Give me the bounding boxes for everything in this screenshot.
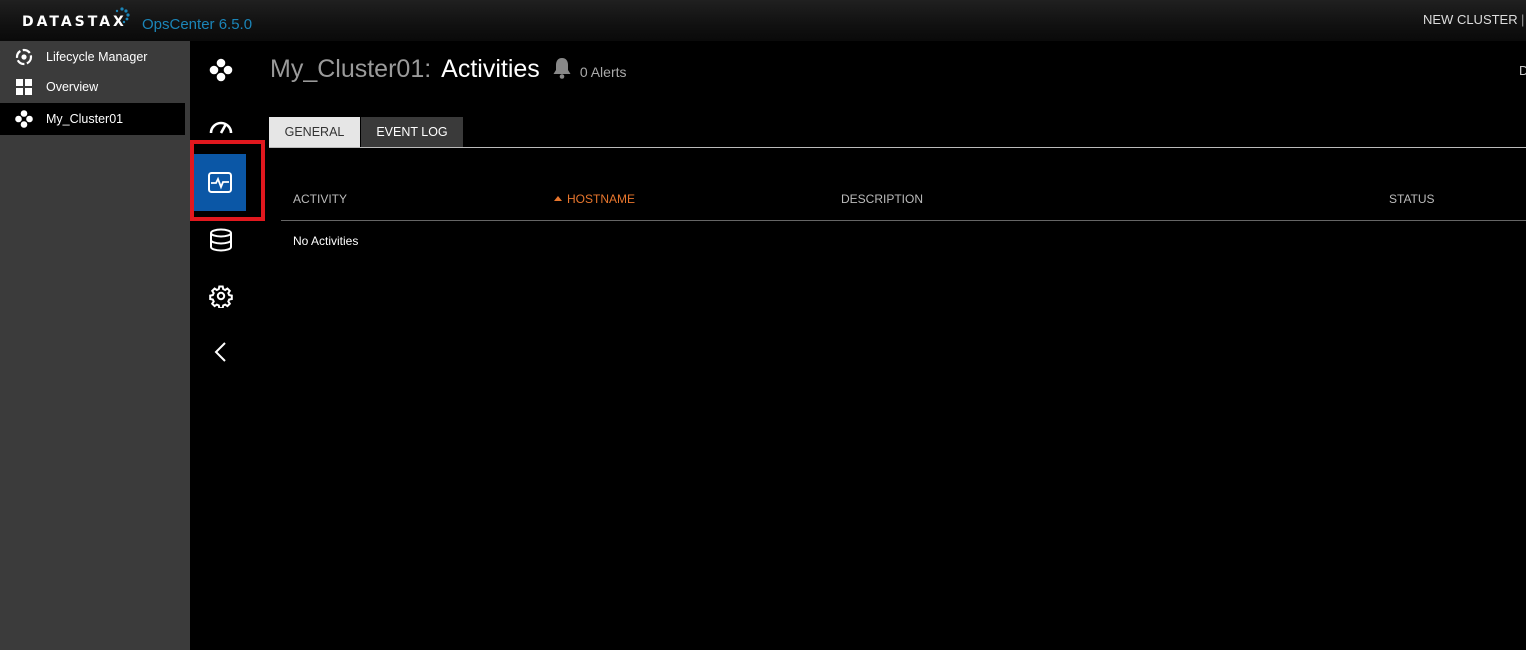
grid-icon (0, 79, 46, 95)
page-cluster-name: My_Cluster01: (270, 55, 432, 83)
chevron-left-icon (214, 342, 226, 362)
top-bar: DATASTAX OpsCenter 6.5.0 NEW CLUSTER | (0, 0, 1526, 41)
tab-general[interactable]: GENERAL (269, 117, 360, 147)
sidebar: Lifecycle Manager Overview My_Cluster01 (0, 41, 190, 650)
table-header-divider (281, 220, 1526, 221)
alerts-count[interactable]: 0 Alerts (580, 64, 627, 80)
rail-settings-button[interactable] (195, 268, 247, 324)
sidebar-item-lifecycle-manager[interactable]: Lifecycle Manager (0, 42, 185, 72)
sidebar-item-label: My_Cluster01 (46, 112, 124, 126)
gear-icon (209, 285, 233, 308)
sort-ascending-icon (554, 196, 562, 201)
sidebar-item-my-cluster01[interactable]: My_Cluster01 (0, 103, 185, 135)
column-header-hostname[interactable]: HOSTNAME (553, 192, 635, 206)
sidebar-item-label: Overview (46, 80, 99, 94)
icon-rail (190, 41, 247, 650)
new-cluster-button[interactable]: NEW CLUSTER (1423, 12, 1518, 27)
column-header-activity[interactable]: ACTIVITY (293, 192, 347, 206)
brand-dots-icon (115, 7, 130, 24)
dashboard-gauge-icon (209, 121, 233, 134)
cluster-icon (0, 110, 46, 128)
sidebar-item-label: Lifecycle Manager (46, 50, 148, 64)
bell-icon[interactable] (552, 57, 572, 84)
empty-table-message: No Activities (293, 234, 359, 248)
tab-bar: GENERAL EVENT LOG (269, 117, 463, 147)
sidebar-item-overview[interactable]: Overview (0, 72, 185, 102)
truncated-header-text[interactable]: D (1519, 63, 1526, 78)
rail-collapse-button[interactable] (195, 324, 247, 380)
page-title: Activities (441, 55, 540, 83)
rail-cluster-button[interactable] (195, 42, 247, 98)
page-header: My_Cluster01: Activities 0 Alerts (270, 55, 627, 84)
tab-event-log[interactable]: EVENT LOG (361, 117, 463, 147)
cluster-icon (209, 58, 233, 82)
product-version: OpsCenter 6.5.0 (142, 16, 253, 33)
header-separator: | (1521, 12, 1525, 27)
column-header-hostname-label: HOSTNAME (567, 192, 636, 206)
column-header-description[interactable]: DESCRIPTION (841, 192, 923, 206)
column-header-status[interactable]: STATUS (1389, 192, 1435, 206)
lifecycle-icon (0, 48, 46, 66)
database-icon (210, 228, 232, 252)
tab-divider (269, 147, 1526, 148)
selection-highlight-box (190, 140, 265, 221)
